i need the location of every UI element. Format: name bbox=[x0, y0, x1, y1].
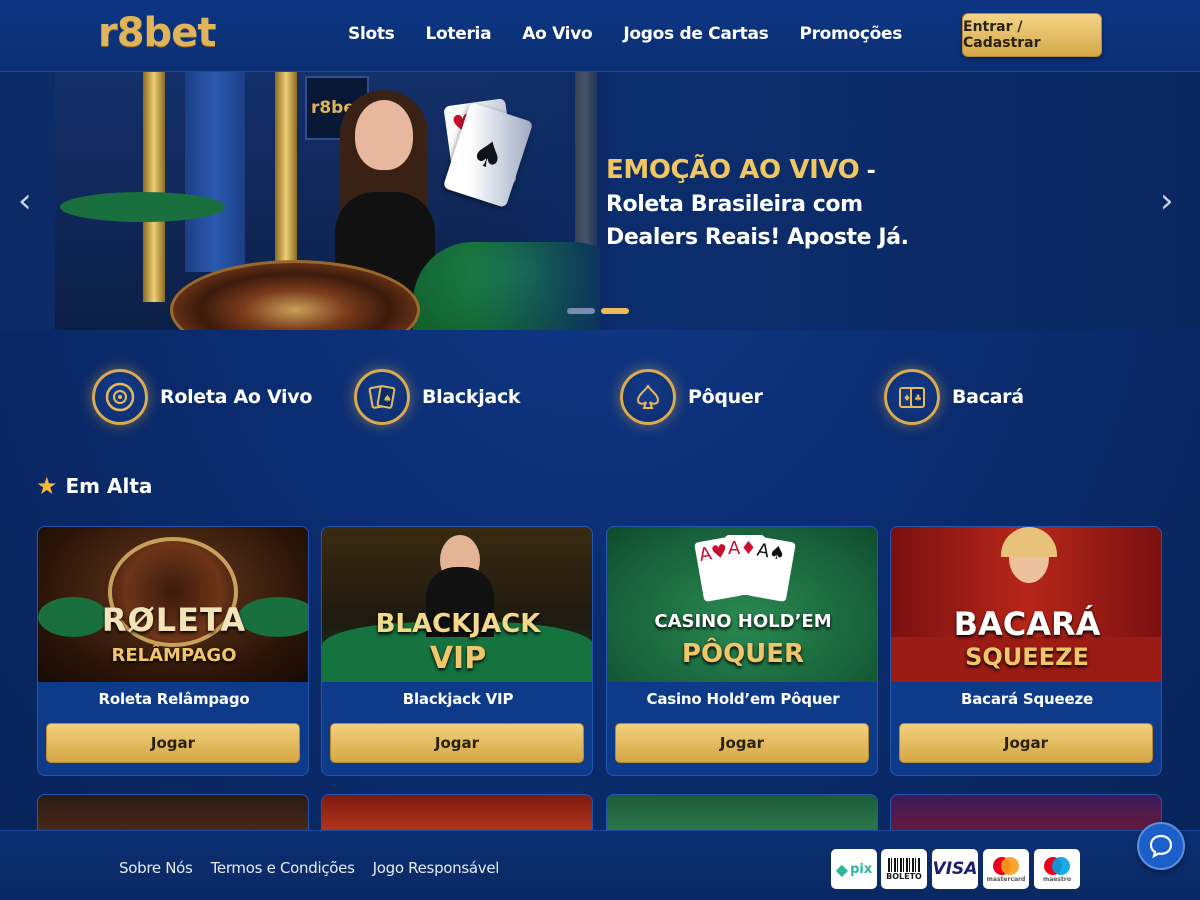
chat-icon bbox=[1149, 834, 1173, 859]
game-thumbnail[interactable]: BACARÁ SQUEEZE bbox=[891, 527, 1161, 682]
mastercard-icon: mastercard bbox=[983, 849, 1029, 889]
game-card-partial[interactable] bbox=[890, 794, 1162, 834]
hero-highlight: EMOÇÃO AO VIVO bbox=[606, 155, 860, 185]
curtain-decoration bbox=[185, 72, 245, 272]
game-title: Casino Hold’em Pôquer bbox=[646, 690, 840, 708]
maestro-logo bbox=[1044, 856, 1070, 875]
game-thumbnail[interactable]: BLACKJACK VIP bbox=[322, 527, 592, 682]
play-button[interactable]: Jogar bbox=[46, 723, 300, 763]
top-header: r8bet Slots Loteria Ao Vivo Jogos de Car… bbox=[0, 0, 1200, 72]
side-table bbox=[60, 192, 225, 222]
visa-icon: VISA bbox=[932, 849, 978, 889]
game-art-subtitle: VIP bbox=[429, 641, 487, 676]
carousel-next-icon[interactable]: › bbox=[1160, 184, 1174, 218]
roulette-icon bbox=[92, 369, 148, 425]
game-card-partial[interactable] bbox=[606, 794, 878, 834]
dealer-face bbox=[355, 100, 413, 170]
chat-support-button[interactable] bbox=[1137, 822, 1185, 870]
svg-text:♠: ♠ bbox=[383, 394, 392, 405]
category-label: Roleta Ao Vivo bbox=[160, 386, 313, 408]
barcode-icon bbox=[888, 857, 920, 872]
footer-links: Sobre Nós Termos e Condições Jogo Respon… bbox=[119, 859, 517, 877]
game-art-title: RØLETA bbox=[101, 601, 247, 639]
hero-fade bbox=[470, 72, 610, 330]
category-label: Blackjack bbox=[422, 386, 521, 408]
category-label: Pôquer bbox=[688, 386, 763, 408]
game-thumbnail[interactable]: RØLETA RELÂMPAGO bbox=[38, 527, 308, 682]
mastercard-logo bbox=[993, 856, 1019, 875]
game-art-title: CASINO HOLD’EM bbox=[654, 611, 832, 632]
game-card-casino-holdem-poquer[interactable]: A♥ A♦ A♠ CASINO HOLD’EM PÔQUER Casino Ho… bbox=[606, 526, 878, 776]
game-card-roleta-relampago[interactable]: RØLETA RELÂMPAGO Roleta Relâmpago Jogar bbox=[37, 526, 309, 776]
game-card-partial[interactable] bbox=[37, 794, 309, 834]
pillar-decoration bbox=[143, 72, 165, 302]
game-title: Roleta Relâmpago bbox=[98, 690, 250, 708]
category-bacara[interactable]: ♦ ♣ Bacará bbox=[884, 358, 1024, 436]
nav-loteria[interactable]: Loteria bbox=[426, 24, 492, 44]
play-button[interactable]: Jogar bbox=[330, 723, 584, 763]
login-register-button[interactable]: Entrar / Cadastrar bbox=[962, 13, 1102, 57]
game-art-title: BLACKJACK bbox=[375, 609, 541, 639]
carousel-dot[interactable] bbox=[567, 308, 595, 314]
category-blackjack[interactable]: ♠ Blackjack bbox=[354, 358, 521, 436]
main-nav: Slots Loteria Ao Vivo Jogos de Cartas Pr… bbox=[348, 24, 933, 44]
maestro-icon: maestro bbox=[1034, 849, 1080, 889]
site-logo[interactable]: r8bet bbox=[98, 10, 216, 60]
category-poquer[interactable]: Pôquer bbox=[620, 358, 763, 436]
footer-link-termos[interactable]: Termos e Condições bbox=[211, 859, 355, 877]
game-card-blackjack-vip[interactable]: BLACKJACK VIP Blackjack VIP Jogar bbox=[321, 526, 593, 776]
category-label: Bacará bbox=[952, 386, 1024, 408]
spade-icon bbox=[620, 369, 676, 425]
cards-icon: ♠ bbox=[354, 369, 410, 425]
play-button[interactable]: Jogar bbox=[615, 723, 869, 763]
game-art-title: BACARÁ bbox=[953, 605, 1101, 643]
game-thumbnail[interactable]: A♥ A♦ A♠ CASINO HOLD’EM PÔQUER bbox=[607, 527, 877, 682]
game-card-bacara-squeeze[interactable]: BACARÁ SQUEEZE Bacará Squeeze Jogar bbox=[890, 526, 1162, 776]
nav-promocoes[interactable]: Promoções bbox=[799, 24, 902, 44]
nav-ao-vivo[interactable]: Ao Vivo bbox=[522, 24, 592, 44]
carousel-dot-active[interactable] bbox=[601, 308, 629, 314]
game-title: Blackjack VIP bbox=[402, 690, 514, 708]
play-button[interactable]: Jogar bbox=[899, 723, 1153, 763]
footer-link-jogo-responsavel[interactable]: Jogo Responsável bbox=[373, 859, 500, 877]
svg-text:♦: ♦ bbox=[903, 394, 911, 404]
game-art-subtitle: PÔQUER bbox=[681, 639, 805, 669]
carousel-indicators bbox=[567, 308, 629, 314]
category-roleta-ao-vivo[interactable]: Roleta Ao Vivo bbox=[92, 358, 312, 436]
hero-headline: EMOÇÃO AO VIVO - Roleta Brasileira com D… bbox=[606, 154, 946, 254]
game-card-partial[interactable] bbox=[321, 794, 593, 834]
game-art-subtitle: RELÂMPAGO bbox=[111, 645, 237, 666]
footer-link-sobre-nos[interactable]: Sobre Nós bbox=[119, 859, 193, 877]
game-title: Bacará Squeeze bbox=[961, 690, 1093, 708]
nav-jogos-de-cartas[interactable]: Jogos de Cartas bbox=[623, 24, 768, 44]
hero-banner[interactable]: r8bet ♥ ♠ EMOÇÃO AO VIVO - Roleta Brasil… bbox=[0, 72, 1200, 330]
boleto-icon: BOLETO bbox=[881, 849, 927, 889]
nav-slots[interactable]: Slots bbox=[348, 24, 395, 44]
section-heading: ★ Em Alta bbox=[36, 472, 152, 500]
pix-icon: ◆ pix bbox=[831, 849, 877, 889]
svg-text:♣: ♣ bbox=[914, 394, 922, 404]
star-icon: ★ bbox=[36, 472, 58, 500]
game-art-subtitle: SQUEEZE bbox=[965, 643, 1089, 671]
footer: Sobre Nós Termos e Condições Jogo Respon… bbox=[0, 830, 1200, 900]
cards-icon: ♦ ♣ bbox=[884, 369, 940, 425]
carousel-prev-icon[interactable]: ‹ bbox=[18, 184, 32, 218]
section-title: Em Alta bbox=[65, 474, 153, 498]
